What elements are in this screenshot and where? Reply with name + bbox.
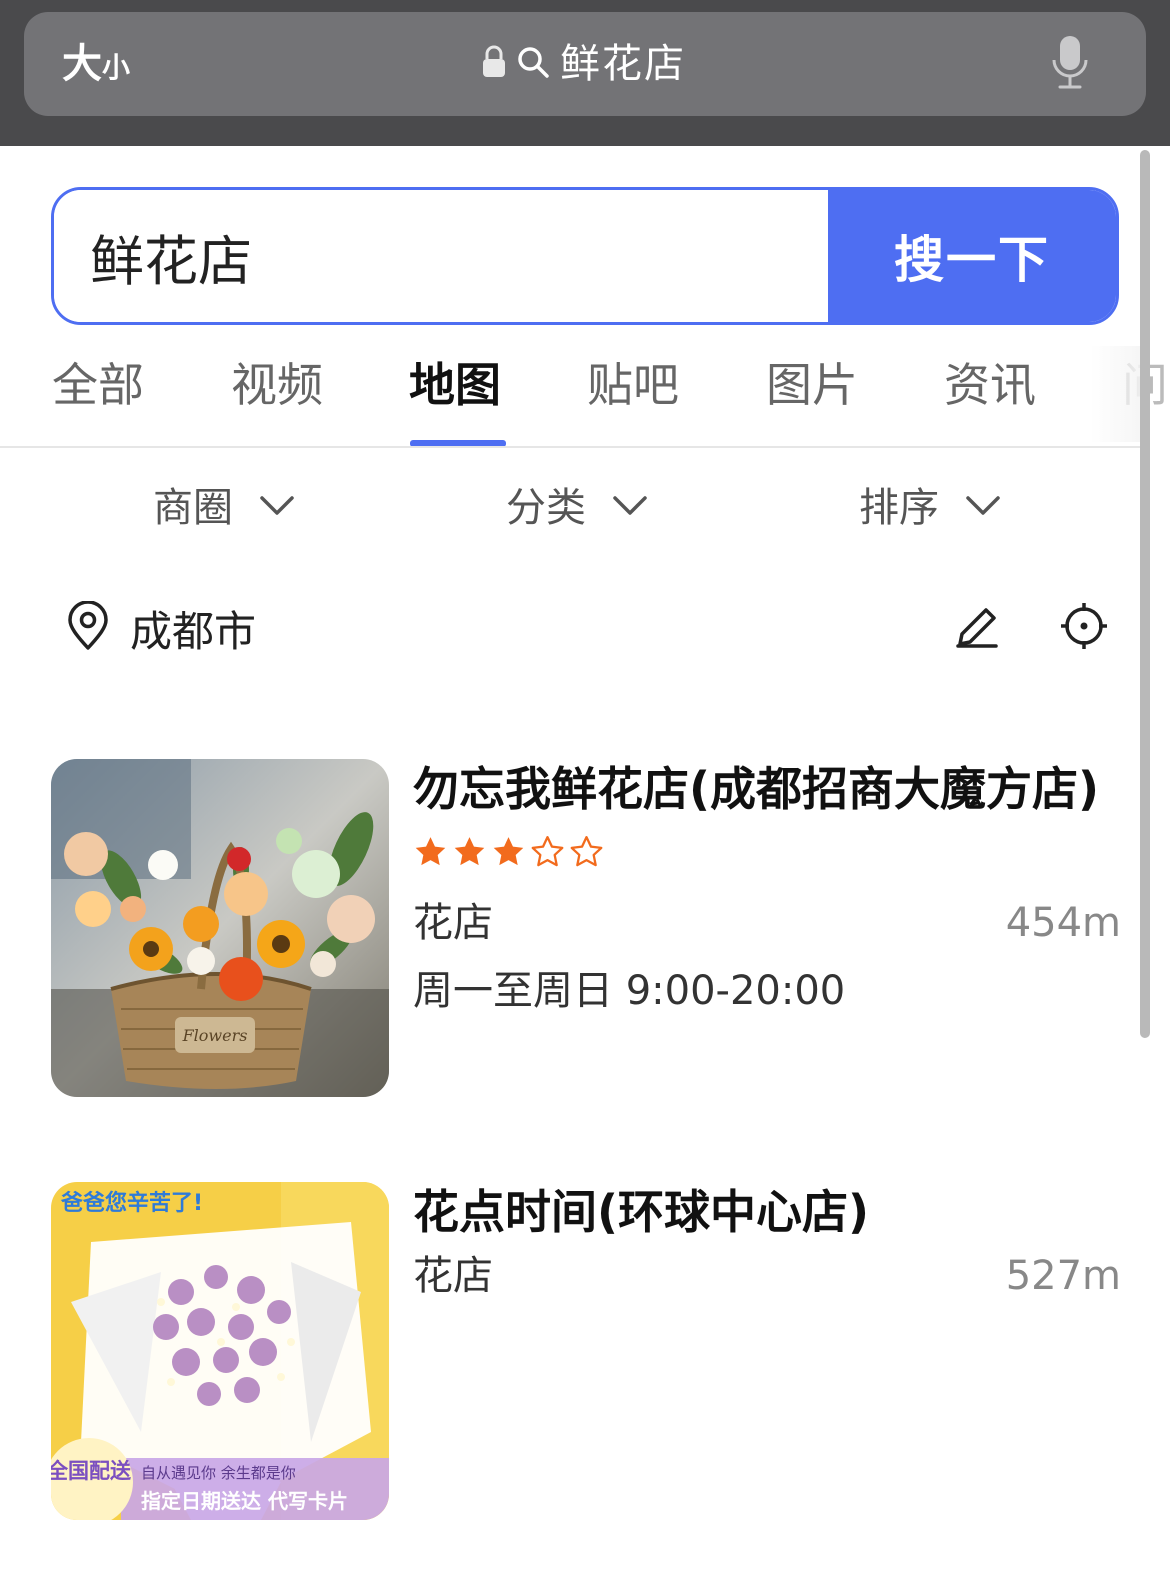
photo-sticker-text: 爸爸您辛苦了! bbox=[60, 1190, 203, 1216]
shop-name[interactable]: 勿忘我鲜花店(成都招商大魔方店) bbox=[413, 759, 1099, 819]
scrollbar[interactable] bbox=[1140, 150, 1150, 1038]
star-rating bbox=[413, 835, 604, 872]
current-city: 成都市 bbox=[130, 606, 257, 656]
tab-tieba[interactable]: 贴吧 bbox=[587, 352, 679, 418]
result-item[interactable]: Flowers 勿忘我鲜花店(成都招商大魔方店) 花店 454m 周一至周日 9… bbox=[51, 759, 1121, 1099]
address-display[interactable]: 鲜花店 bbox=[482, 36, 686, 92]
lock-icon bbox=[482, 45, 506, 83]
star-empty-icon bbox=[530, 835, 565, 872]
star-empty-icon bbox=[569, 835, 604, 872]
tab-video[interactable]: 视频 bbox=[231, 352, 323, 418]
edit-icon[interactable] bbox=[954, 604, 1000, 654]
map-pin-icon bbox=[66, 600, 110, 655]
text-size-button[interactable]: 大小 bbox=[62, 38, 130, 94]
photo-overlay-text: Flowers bbox=[182, 1026, 248, 1045]
locate-me-icon[interactable] bbox=[1060, 602, 1108, 654]
shop-photo[interactable]: 爸爸您辛苦了! 自从遇见你 余生都是你 指定日期送达 代写卡片 全国配送 bbox=[51, 1182, 389, 1520]
filter-sort[interactable]: 排序 bbox=[859, 476, 1001, 532]
tab-bar: 全部 视频 地图 贴吧 图片 资讯 问 bbox=[0, 352, 1168, 448]
shop-distance: 454m bbox=[1005, 900, 1121, 946]
photo-banner-line1: 自从遇见你 余生都是你 bbox=[141, 1464, 296, 1482]
result-item[interactable]: 爸爸您辛苦了! 自从遇见你 余生都是你 指定日期送达 代写卡片 全国配送 花点时… bbox=[51, 1182, 1121, 1522]
filter-business-area[interactable]: 商圈 bbox=[153, 476, 295, 532]
shop-hours: 周一至周日 9:00-20:00 bbox=[413, 968, 846, 1014]
search-input[interactable] bbox=[54, 190, 828, 322]
location-row[interactable]: 成都市 bbox=[66, 600, 256, 656]
shop-photo[interactable]: Flowers bbox=[51, 759, 389, 1097]
chevron-down-icon bbox=[259, 481, 295, 527]
shop-category: 花店 bbox=[413, 1253, 493, 1299]
microphone-icon[interactable] bbox=[1050, 34, 1090, 96]
tab-map[interactable]: 地图 bbox=[409, 352, 501, 418]
filter-label: 排序 bbox=[859, 485, 939, 531]
search-button[interactable]: 搜一下 bbox=[828, 190, 1116, 322]
shop-name[interactable]: 花点时间(环球中心店) bbox=[413, 1182, 869, 1242]
filter-category[interactable]: 分类 bbox=[506, 476, 648, 532]
search-box: 搜一下 bbox=[51, 187, 1119, 325]
text-size-big: 大 bbox=[62, 41, 102, 87]
browser-toolbar: 大小 鲜花店 bbox=[0, 0, 1170, 146]
divider bbox=[0, 446, 1140, 448]
shop-category: 花店 bbox=[413, 900, 493, 946]
address-bar[interactable]: 大小 鲜花店 bbox=[24, 12, 1146, 116]
filter-label: 商圈 bbox=[153, 485, 233, 531]
star-filled-icon bbox=[452, 835, 487, 872]
address-text: 鲜花店 bbox=[560, 41, 686, 87]
tab-images[interactable]: 图片 bbox=[766, 352, 858, 418]
chevron-down-icon bbox=[965, 481, 1001, 527]
star-filled-icon bbox=[413, 835, 448, 872]
photo-badge-text: 全国配送 bbox=[51, 1459, 132, 1483]
star-filled-icon bbox=[491, 835, 526, 872]
chevron-down-icon bbox=[612, 481, 648, 527]
filter-label: 分类 bbox=[506, 485, 586, 531]
search-icon bbox=[516, 45, 550, 83]
tab-all[interactable]: 全部 bbox=[52, 352, 144, 418]
photo-banner-line2: 指定日期送达 代写卡片 bbox=[141, 1489, 348, 1513]
text-size-small: 小 bbox=[102, 51, 131, 84]
shop-distance: 527m bbox=[1005, 1253, 1121, 1299]
tab-news[interactable]: 资讯 bbox=[944, 352, 1036, 418]
